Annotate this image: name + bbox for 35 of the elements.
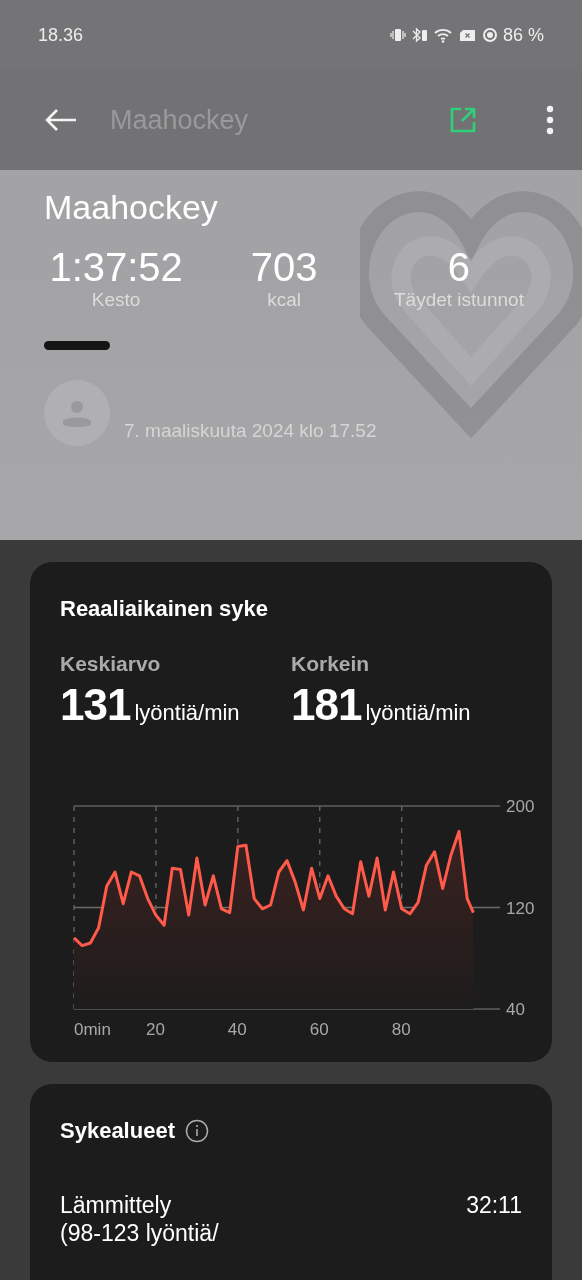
stat-value: 6 bbox=[447, 245, 471, 289]
metric-unit: lyöntiä/min bbox=[134, 700, 240, 726]
y-axis-label: 200 bbox=[506, 797, 535, 816]
x-axis-label: 0min bbox=[74, 1020, 111, 1036]
vibrate-icon bbox=[389, 27, 406, 43]
zone-name: Lämmittely bbox=[60, 1192, 173, 1220]
accent-bar bbox=[44, 341, 110, 350]
x-axis-label: 80 bbox=[391, 1020, 411, 1036]
metric-label: Keskiarvo bbox=[60, 652, 162, 676]
sim-icon bbox=[458, 27, 477, 43]
card-title: Sykealueet bbox=[60, 1118, 175, 1144]
stat-value: 703 bbox=[250, 245, 318, 289]
x-axis-label: 40 bbox=[227, 1020, 247, 1036]
stat-label: Täydet istunnot bbox=[394, 289, 524, 311]
y-axis-label: 120 bbox=[506, 898, 535, 918]
metric-label: Korkein bbox=[291, 652, 371, 676]
info-icon[interactable] bbox=[184, 1119, 209, 1143]
stat-value: 1:37:52 bbox=[49, 245, 183, 289]
card-title: Reaaliaikainen syke bbox=[59, 596, 269, 622]
battery-percent: 86 % bbox=[502, 24, 544, 46]
status-time: 18.36 bbox=[38, 24, 84, 46]
stat-label: Kesto bbox=[91, 289, 141, 311]
x-axis-label: 20 bbox=[145, 1020, 165, 1036]
zone-time: 32:11 bbox=[466, 1192, 522, 1220]
battery-icon bbox=[481, 27, 498, 43]
metric-value: 181 bbox=[291, 680, 362, 730]
activity-title: Maahockey bbox=[44, 188, 219, 227]
zone-range: (98-123 lyöntiä/ bbox=[60, 1219, 219, 1248]
x-axis-label: 60 bbox=[309, 1020, 329, 1036]
y-axis-label: 40 bbox=[506, 1000, 525, 1019]
metric-value: 131 bbox=[60, 680, 131, 730]
metric-unit: lyöntiä/min bbox=[365, 700, 471, 726]
stat-label: kcal bbox=[267, 289, 301, 311]
wifi-icon bbox=[433, 27, 454, 43]
bluetooth-icon bbox=[410, 27, 429, 43]
